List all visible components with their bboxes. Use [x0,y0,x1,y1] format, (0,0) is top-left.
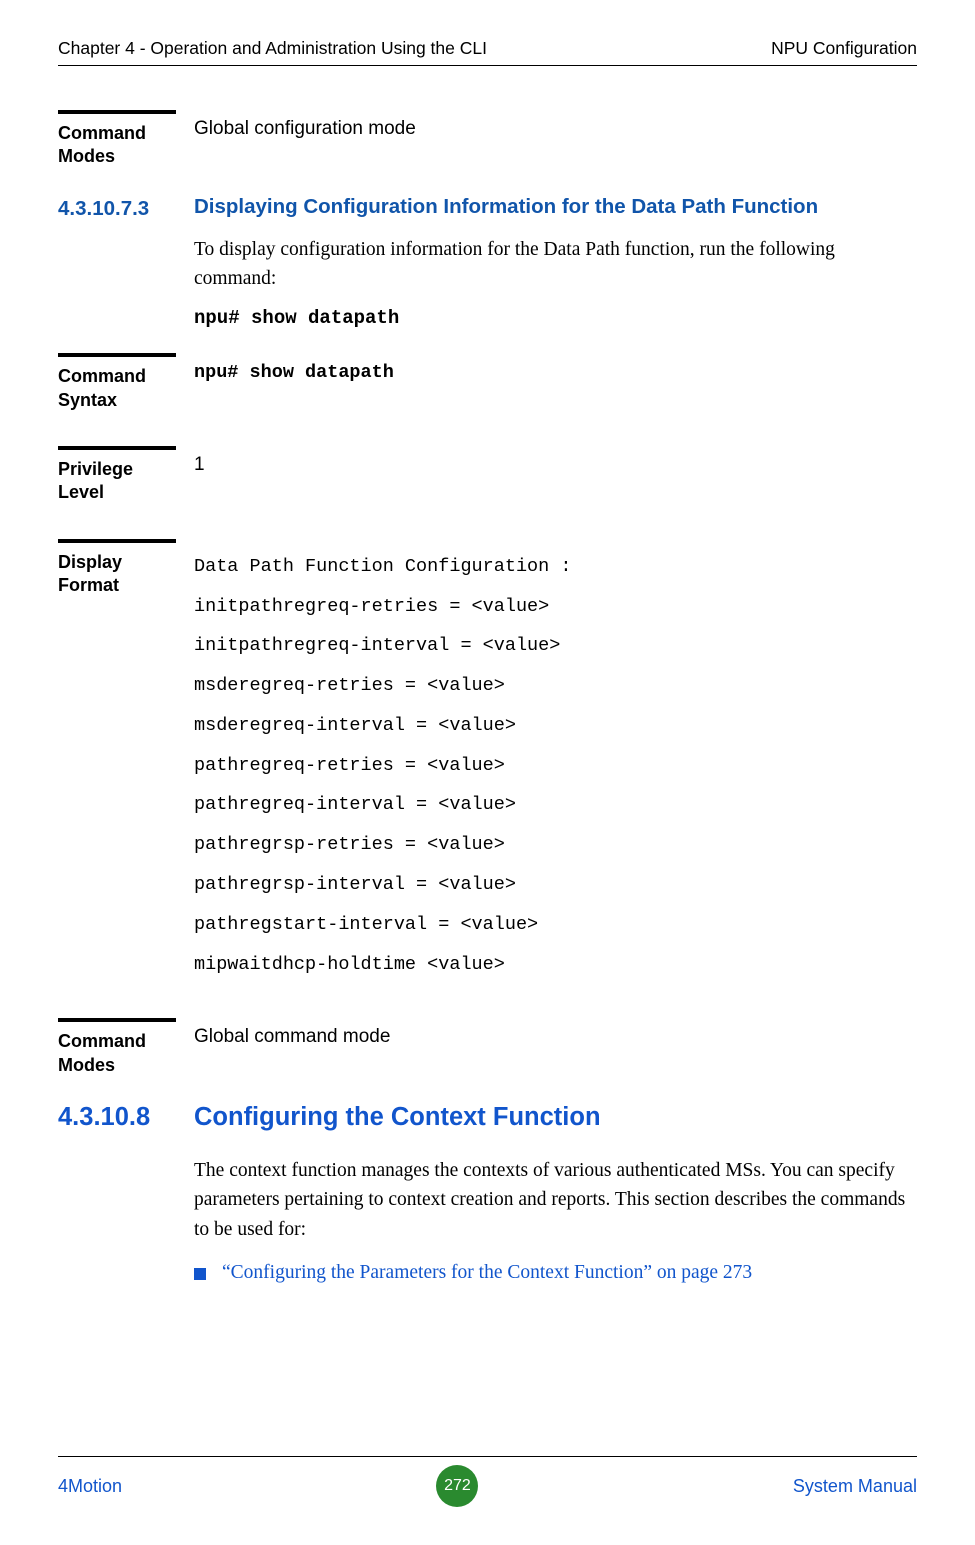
value-display-format: Data Path Function Configuration : initp… [176,531,917,984]
header-rule [58,65,917,66]
header-right: NPU Configuration [771,38,917,59]
footer-right-link[interactable]: System Manual [793,1476,917,1497]
page-footer: 4Motion 272 System Manual [58,1448,917,1507]
value-command-modes-bottom: Global command mode [176,1010,917,1048]
value-command-syntax: npu# show datapath [176,345,917,383]
rule-icon [58,1018,176,1022]
label-command-syntax: Command Syntax [58,365,176,412]
command-line: npu# show datapath [194,307,917,329]
label-command-modes: Command Modes [58,122,176,169]
section-paragraph: To display configuration information for… [194,235,917,294]
footer-left-link[interactable]: 4Motion [58,1476,122,1497]
section-4-3-10-7-3: 4.3.10.7.3 Displaying Configuration Info… [58,195,917,225]
section-title: Displaying Configuration Information for… [194,195,917,219]
square-bullet-icon [194,1268,206,1280]
value-command-modes-top: Global configuration mode [176,102,917,140]
value-privilege-level: 1 [176,438,917,476]
label-display-format: Display Format [58,551,176,598]
section-number: 4.3.10.7.3 [58,195,194,221]
rule-icon [58,446,176,450]
block-command-syntax: Command Syntax npu# show datapath [58,345,917,412]
rule-icon [58,353,176,357]
block-command-modes-top: Command Modes Global configuration mode [58,102,917,169]
label-command-modes: Command Modes [58,1030,176,1077]
section-number: 4.3.10.8 [58,1103,194,1132]
header-left: Chapter 4 - Operation and Administration… [58,38,487,59]
block-command-modes-bottom: Command Modes Global command mode [58,1010,917,1077]
section-4-3-10-8: 4.3.10.8 Configuring the Context Functio… [58,1103,917,1146]
block-display-format: Display Format Data Path Function Config… [58,531,917,984]
rule-icon [58,539,176,543]
list-item: “Configuring the Parameters for the Cont… [194,1262,917,1284]
xref-link[interactable]: “Configuring the Parameters for the Cont… [222,1262,752,1284]
label-privilege-level: Privilege Level [58,458,176,505]
rule-icon [58,110,176,114]
page-number-badge: 272 [436,1465,478,1507]
section-title: Configuring the Context Function [194,1103,917,1132]
block-privilege-level: Privilege Level 1 [58,438,917,505]
section-paragraph: The context function manages the context… [194,1156,917,1244]
footer-rule [58,1456,917,1457]
